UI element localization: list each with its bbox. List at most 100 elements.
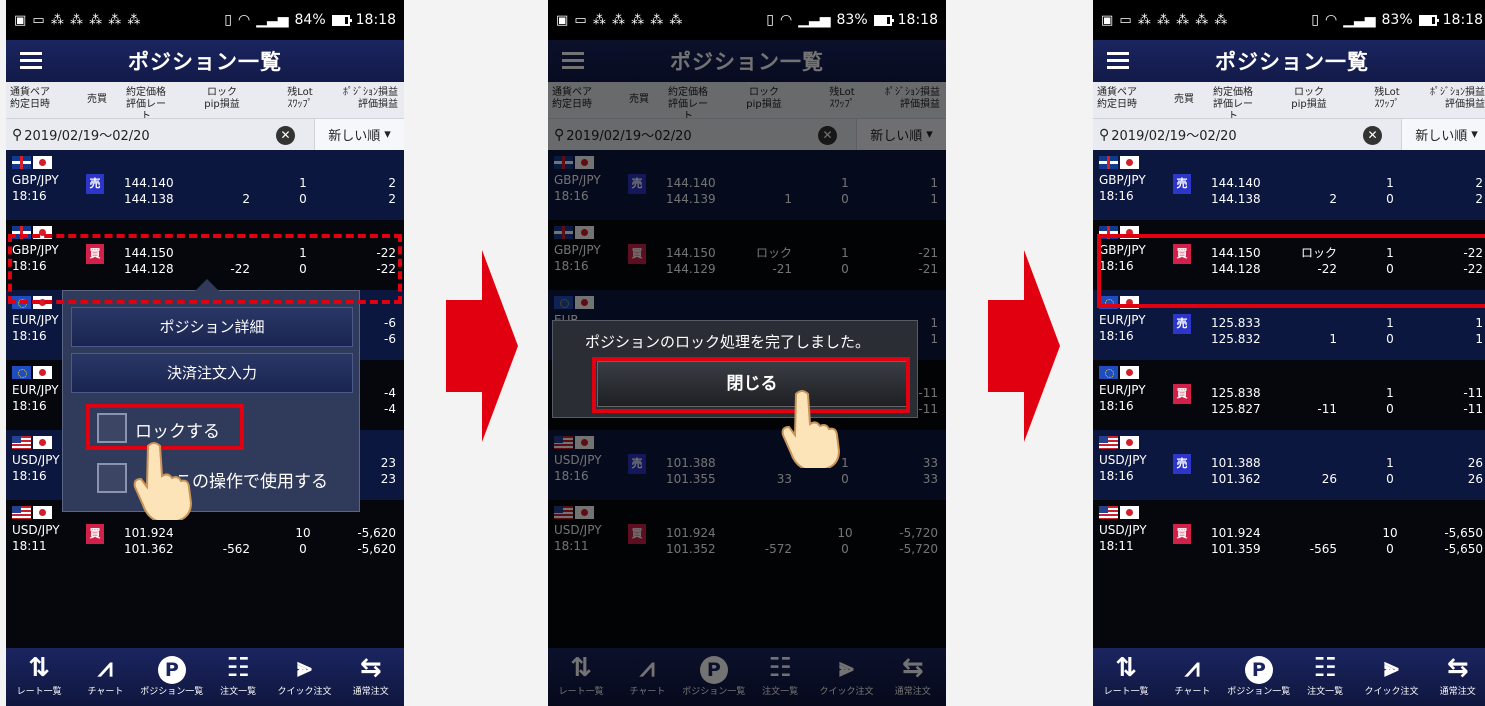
highlight-locked-row (1097, 234, 1485, 308)
column-label: 残Lot (287, 87, 313, 98)
position-icon: P (140, 652, 204, 684)
flag-jp-icon (1120, 156, 1139, 169)
use-label[interactable]: この操作で使用する (175, 467, 328, 492)
chevron-down-icon: ▾ (1471, 127, 1478, 142)
pnl-cell: 26 26 (1468, 455, 1483, 487)
column-sublabel: ｽﾜｯﾌﾟ (287, 99, 313, 110)
nav-rate-list[interactable]: ⇅ レート一覧 (7, 648, 71, 706)
clock: 18:18 (897, 12, 938, 28)
flag-jp-icon (33, 436, 52, 449)
column-sublabel: ｽﾜｯﾌﾟ (1374, 99, 1400, 110)
currency-pair: EUR/JPY (1099, 313, 1146, 327)
pnl-cell: -5,620 -5,620 (357, 525, 396, 557)
currency-flags (1099, 366, 1139, 379)
nav-position[interactable]: P ポジション一覧 (140, 648, 204, 706)
currency-pair: USD/JPY (12, 523, 60, 537)
nav-chart[interactable]: ⩘ チャート (1160, 648, 1224, 706)
column-label: ロック (1294, 87, 1324, 98)
sort-dropdown[interactable]: 新しい順▾ (314, 119, 404, 150)
eval-rate: 101.359 (1211, 542, 1261, 556)
nav-position[interactable]: P ポジション一覧 (1227, 648, 1291, 706)
position-pnl: -11 (1463, 386, 1483, 400)
menu-icon[interactable] (1107, 52, 1129, 70)
pnl-cell: 11 (1475, 315, 1483, 347)
nav-quick-order[interactable]: ⫸ クイック注文 (272, 648, 336, 706)
status-bar: ▣ ▭ ⁂ ⁂ ⁂ ⁂ ⁂ ▯ ◠ ▁▃▅ 83% 18:18 (548, 0, 946, 40)
price-cell: 144.140 144.138 (1211, 175, 1261, 207)
position-row[interactable]: USD/JPY 18:11 買 101.924 101.359 -565 10 0 -5,650… (1093, 500, 1485, 570)
order-list-icon: ☷ (226, 653, 250, 683)
lock-status (1291, 525, 1337, 541)
battery-percent: 83% (836, 12, 868, 28)
signal-icon: ▁▃▅ (1343, 12, 1376, 28)
nav-chart[interactable]: ⩘ チャート (73, 648, 137, 706)
use-checkbox[interactable] (97, 463, 127, 493)
pair-cell: USD/JPY 18:11 (12, 522, 60, 554)
contract-price: 144.140 (124, 176, 174, 190)
title-bar: ポジション一覧 (1093, 40, 1485, 82)
position-row[interactable]: USD/JPY 18:16 売 101.388 101.362 26 1 0 26 26 (1093, 430, 1485, 500)
dialog-message: ポジションのロック処理を完了しました。 (585, 333, 871, 351)
sort-label: 新しい順 (328, 129, 381, 144)
position-pnl: -5,620 (357, 526, 396, 540)
eval-pnl: -4 (384, 402, 396, 416)
currency-flags (1099, 506, 1139, 519)
sort-dropdown[interactable]: 新しい順▾ (1401, 119, 1485, 150)
position-row[interactable]: GBP/JPY 18:16 売 144.140 144.138 2 1 0 2 2 (1093, 150, 1485, 220)
nav-order-list[interactable]: ☷ 注文一覧 (206, 648, 270, 706)
position-p-glyph: P (157, 656, 186, 684)
nav-quick-order[interactable]: ⫸ クイック注文 (1359, 648, 1423, 706)
clear-filter-icon[interactable]: ✕ (276, 126, 295, 145)
position-row[interactable]: EUR/JPY 18:16 買 125.838 125.827 -11 1 0 -11 -11 (1093, 360, 1485, 430)
nav-normal-order[interactable]: ⇆ 通常注文 (1426, 648, 1485, 706)
lock-cell: -11 (1291, 385, 1337, 417)
position-detail-button[interactable]: ポジション詳細 (71, 307, 353, 347)
pnl-cell: -11-11 (1463, 385, 1483, 417)
title-bar: ポジション一覧 (6, 40, 404, 82)
currency-pair: USD/JPY (1099, 453, 1147, 467)
clear-filter-icon[interactable]: ✕ (1363, 126, 1382, 145)
lock-status (1291, 385, 1337, 401)
contract-price: 125.833 (1211, 316, 1261, 330)
pair-cell: EUR/JPY 18:16 (12, 312, 59, 344)
highlight-selected-row (8, 234, 402, 304)
contract-price: 101.388 (1211, 456, 1261, 470)
highlight-close-button (592, 357, 910, 413)
lot-cell: 10 (291, 175, 315, 207)
column-sublabel: pip損益 (1291, 99, 1327, 110)
flag-jp-icon (1120, 436, 1139, 449)
eval-pnl: 26 (1467, 472, 1483, 486)
side-badge: 買 (1173, 384, 1191, 404)
menu-icon[interactable] (20, 52, 42, 70)
date-filter[interactable]: ⚲2019/02/19～02/20 ✕ 新しい順▾ (1093, 118, 1485, 150)
eval-pnl: 2 (1475, 192, 1483, 206)
order-list-icon: ☷ (1313, 653, 1337, 683)
column-label: 通貨ペア (10, 87, 50, 98)
rate-list-icon: ⇅ (28, 653, 51, 683)
eval-pnl: 23 (380, 472, 396, 486)
nav-rate-list[interactable]: ⇅ レート一覧 (1094, 648, 1158, 706)
position-row[interactable]: GBP/JPY 18:16 売 144.140 144.138 2 1 0 2 2 (6, 150, 404, 220)
currency-flags (1099, 436, 1139, 449)
date-filter[interactable]: ⚲2019/02/19～02/20 ✕ 新しい順▾ (6, 118, 404, 150)
flag-eu-icon (12, 366, 31, 379)
eval-rate: 125.832 (1211, 332, 1261, 346)
chart-icon: ⩘ (98, 653, 113, 683)
notification-icons: ▣ ▭ ⁂ ⁂ ⁂ ⁂ ⁂ (1101, 12, 1229, 28)
nav-label: チャート (1174, 687, 1211, 697)
remaining-lot: 1 (1386, 456, 1394, 470)
nav-order-list[interactable]: ☷ 注文一覧 (1293, 648, 1357, 706)
eval-pnl: -11 (1463, 402, 1483, 416)
lock-status (204, 175, 250, 191)
quick-order-icon: ⫸ (297, 653, 312, 683)
phone-screen-2: ▣ ▭ ⁂ ⁂ ⁂ ⁂ ⁂▯◠▁▃▅83%18:18ポジション一覧通貨ペア約定日… (548, 0, 946, 706)
nav-label: 通常注文 (1439, 687, 1476, 697)
column-header: 通貨ペア約定日時売買約定価格評価レートロックpip損益残Lotｽﾜｯﾌﾟﾎﾟｼﾞ… (1093, 82, 1485, 122)
currency-flags (12, 506, 52, 519)
page-title: ポジション一覧 (1215, 50, 1369, 74)
pip-pnl: 2 (1329, 192, 1337, 206)
eval-rate: 101.362 (124, 542, 174, 556)
settle-order-button[interactable]: 決済注文入力 (71, 353, 353, 393)
currency-pair: GBP/JPY (12, 173, 59, 187)
nav-normal-order[interactable]: ⇆ 通常注文 (339, 648, 403, 706)
